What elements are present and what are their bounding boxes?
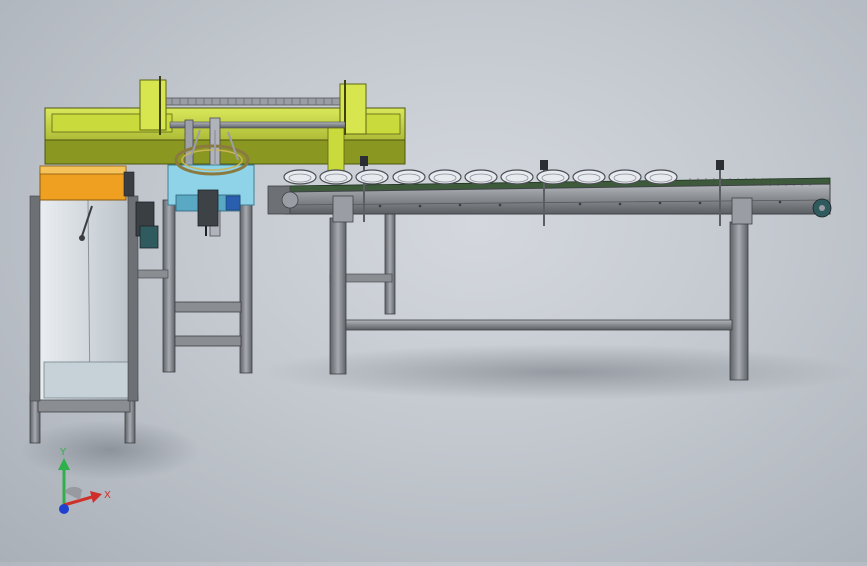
hopper-latch-icon: [79, 235, 85, 241]
conveyor-shadow: [260, 344, 860, 400]
transfer-station[interactable]: [137, 129, 255, 374]
cad-viewport[interactable]: Y X: [0, 0, 867, 562]
z-axis-dot-icon: [59, 504, 69, 514]
hopper-shadow: [20, 420, 200, 480]
x-axis-label: X: [104, 490, 111, 501]
x-axis-arrow-icon: [90, 491, 102, 503]
y-axis-label: Y: [59, 447, 67, 458]
assembly-view[interactable]: Y X: [0, 0, 867, 562]
hopper-elevator[interactable]: [29, 165, 159, 444]
